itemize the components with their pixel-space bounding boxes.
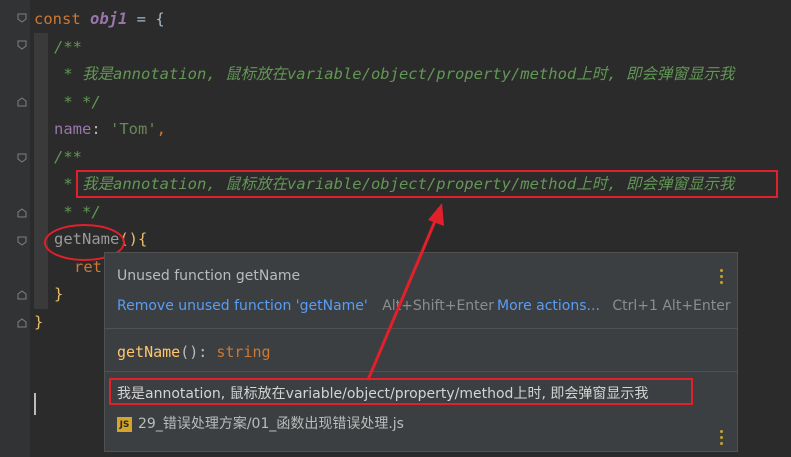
annotation-arrow xyxy=(366,203,444,381)
